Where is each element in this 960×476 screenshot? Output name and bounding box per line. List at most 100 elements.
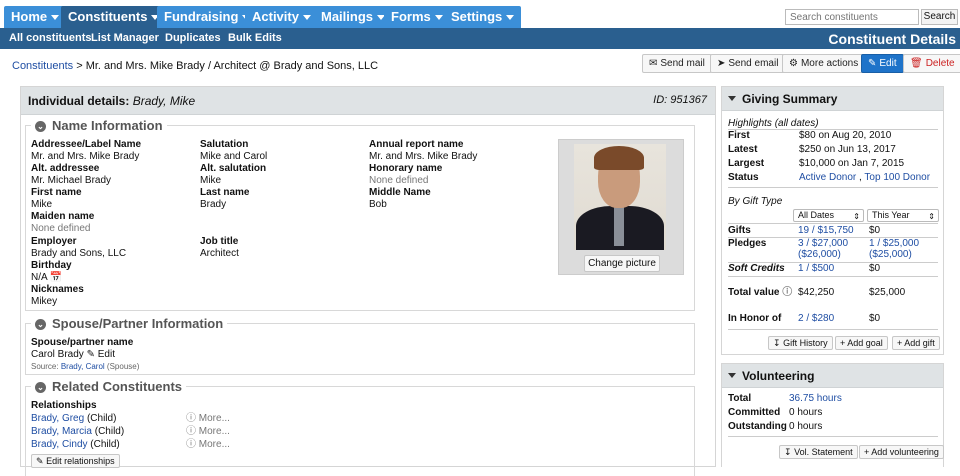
birthday-field: Birthday N/A 📅 [31, 260, 72, 284]
field-label: Middle Name [369, 187, 431, 198]
relationship-link[interactable]: Brady, Marcia [31, 426, 92, 437]
info-icon: ⓘ [186, 439, 196, 450]
field-label: Nicknames [31, 284, 84, 295]
field-label: Birthday [31, 260, 72, 271]
more-link[interactable]: ⓘ More... [186, 426, 230, 438]
field-label: Honorary name [369, 163, 443, 174]
breadcrumb-constituents-link[interactable]: Constituents [12, 60, 73, 72]
total-value-all-dates: $42,250 [798, 287, 835, 298]
subnav-bulk-edits[interactable]: Bulk Edits [228, 28, 282, 49]
button-label: Add goal [847, 338, 883, 348]
first-gift-label: First [728, 130, 750, 141]
spouse-name-field: Spouse/partner name Carol Brady ✎ Edit [31, 337, 133, 361]
more-label: More... [198, 426, 230, 437]
trash-icon: 🗑 [910, 58, 923, 69]
search-input[interactable] [785, 9, 919, 25]
largest-gift-label: Largest [728, 158, 765, 169]
field-label: Employer [31, 236, 77, 247]
tab-forms[interactable]: Forms [384, 6, 450, 28]
constituent-id: ID: 951367 [653, 94, 707, 106]
add-volunteering-button[interactable]: + Add volunteering [859, 445, 944, 459]
tab-constituents[interactable]: Constituents [61, 6, 167, 28]
alt-salutation-field: Alt. salutation Mike [200, 163, 266, 187]
tab-activity[interactable]: Activity [245, 6, 318, 28]
add-goal-button[interactable]: + Add goal [835, 336, 888, 350]
field-value: Mike [31, 199, 53, 210]
in-honor-of-all-dates[interactable]: 2 / $280 [798, 313, 834, 325]
subnav-list-manager[interactable]: List Manager [91, 28, 159, 49]
info-icon: ⓘ [186, 426, 196, 437]
salutation-field: Salutation Mike and Carol [200, 139, 267, 163]
field-label: Relationships [31, 400, 97, 411]
change-picture-button[interactable]: Change picture [584, 255, 660, 272]
send-mail-button[interactable]: ✉ Send mail [642, 54, 712, 73]
calendar-icon[interactable]: 📅 [50, 272, 62, 283]
section-title[interactable]: ⌄ Spouse/Partner Information [31, 316, 228, 331]
field-label: Spouse/partner name [31, 337, 134, 348]
field-value: Carol Brady [31, 349, 84, 360]
in-honor-of-label: In Honor of [728, 313, 782, 324]
edit-button[interactable]: ✎ Edit [861, 54, 904, 73]
giving-summary-header[interactable]: Giving Summary [722, 87, 943, 111]
tab-settings[interactable]: Settings [444, 6, 522, 28]
delete-button[interactable]: 🗑 Delete [903, 54, 960, 73]
photo-hair [594, 146, 644, 170]
status-link-active-donor[interactable]: Active Donor [799, 172, 856, 183]
tab-home[interactable]: Home [4, 6, 67, 28]
date-range-select-1[interactable]: All Dates ⇕ [793, 209, 864, 222]
spouse-edit-link[interactable]: ✎ Edit [87, 349, 115, 360]
gifts-this-year: $0 [869, 225, 881, 236]
volunteering-header[interactable]: Volunteering [722, 364, 943, 388]
chevron-down-icon [434, 15, 443, 21]
edit-relationships-button[interactable]: ✎ Edit relationships [31, 454, 120, 468]
list-item: Brady, Marcia (Child) [31, 426, 124, 438]
soft-credits-all-dates[interactable]: 1 / $500 [798, 263, 834, 275]
info-icon: ⓘ [186, 413, 196, 424]
help-icon[interactable]: ⓘ [782, 287, 792, 298]
section-title[interactable]: ⌄ Related Constituents [31, 379, 187, 394]
breadcrumb-current: > Mr. and Mrs. Mike Brady / Architect @ … [73, 60, 379, 72]
date-range-select-2[interactable]: This Year ⇕ [867, 209, 939, 222]
volunteer-total-label: Total [728, 393, 752, 404]
search-button[interactable]: Search [921, 9, 958, 25]
more-link[interactable]: ⓘ More... [186, 413, 230, 425]
vol-statement-button[interactable]: ↧ Vol. Statement [779, 445, 858, 459]
button-label: Gift History [783, 338, 828, 348]
send-email-button[interactable]: ➤ Send email [710, 54, 786, 73]
divider [728, 436, 938, 437]
status-label: Status [728, 172, 759, 183]
first-name-field: First name Mike [31, 187, 82, 211]
divider [728, 276, 938, 277]
more-actions-button[interactable]: ⚙ More actions [782, 54, 866, 73]
status-link-top-donor[interactable]: Top 100 Donor [864, 172, 930, 183]
subnav-all-constituents[interactable]: All constituents [9, 28, 92, 49]
plus-icon: + [897, 338, 903, 348]
pledges-label: Pledges [728, 238, 767, 249]
relationship-link[interactable]: Brady, Greg [31, 413, 84, 424]
breadcrumb: Constituents > Mr. and Mrs. Mike Brady /… [12, 60, 378, 72]
tab-label: Fundraising [164, 9, 239, 24]
gifts-all-dates[interactable]: 19 / $15,750 [798, 225, 854, 237]
subnav-duplicates[interactable]: Duplicates [165, 28, 221, 49]
tab-fundraising[interactable]: Fundraising [157, 6, 258, 28]
select-value: All Dates [798, 210, 835, 220]
volunteering-panel: Volunteering Total 36.75 hours Committed… [721, 363, 944, 467]
gifts-label: Gifts [728, 225, 751, 236]
section-title[interactable]: ⌄ Name Information [31, 118, 167, 133]
giving-summary-panel: Giving Summary Highlights (all dates) Fi… [721, 86, 944, 355]
relationship-link[interactable]: Brady, Cindy [31, 439, 88, 450]
soft-credits-label: Soft Credits [728, 263, 785, 274]
spouse-source-link[interactable]: Brady, Carol [61, 362, 105, 371]
divider [728, 329, 938, 330]
field-label: Job title [200, 236, 239, 247]
relationship-type: (Child) [90, 439, 120, 450]
more-link[interactable]: ⓘ More... [186, 439, 230, 451]
relationships-label: Relationships [31, 400, 97, 412]
add-gift-button[interactable]: + Add gift [892, 336, 940, 350]
field-value: None defined [369, 175, 429, 186]
addressee-field: Addressee/Label Name Mr. and Mrs. Mike Br… [31, 139, 141, 163]
tab-mailings[interactable]: Mailings [314, 6, 393, 28]
volunteer-total-hours[interactable]: 36.75 hours [789, 393, 842, 405]
field-value: Bob [369, 199, 387, 210]
gift-history-button[interactable]: ↧ Gift History [768, 336, 833, 350]
